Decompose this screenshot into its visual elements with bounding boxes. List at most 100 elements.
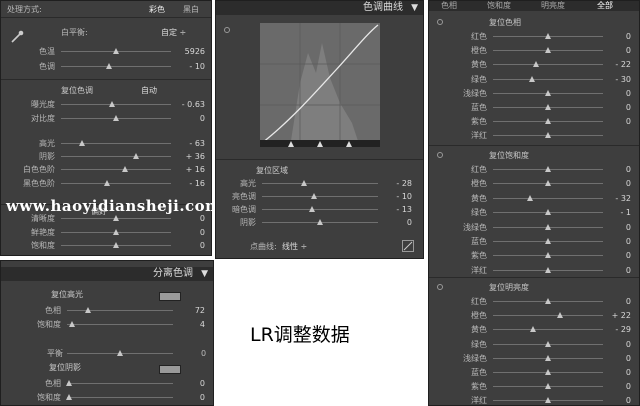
target-adjust-icon[interactable] xyxy=(437,19,443,25)
tab-all[interactable]: 全部 xyxy=(597,1,613,11)
tone-curve-header[interactable]: 色调曲线 ▼ xyxy=(216,1,423,15)
tone-curve-graph[interactable] xyxy=(260,23,380,147)
treatment-bw-option[interactable]: 黑白 xyxy=(183,4,199,15)
slider-value[interactable]: - 16 xyxy=(173,178,205,189)
slider-thumb[interactable] xyxy=(545,33,551,39)
slider-thumb[interactable] xyxy=(545,266,551,273)
slider-thumb[interactable] xyxy=(308,206,315,212)
slider-track[interactable] xyxy=(262,219,378,225)
slider-track[interactable] xyxy=(493,354,603,361)
slider-value[interactable]: - 22 xyxy=(601,59,631,70)
slider-track[interactable] xyxy=(67,321,173,327)
slider-track[interactable] xyxy=(493,312,603,319)
slider-value[interactable]: 72 xyxy=(175,305,205,316)
balance-slider-track[interactable] xyxy=(67,350,173,356)
slider-thumb[interactable] xyxy=(317,219,323,225)
slider-track[interactable] xyxy=(61,166,171,172)
slider-value[interactable]: - 32 xyxy=(601,193,631,204)
slider-track[interactable] xyxy=(61,215,171,221)
slider-value[interactable]: - 10 xyxy=(173,61,205,72)
slider-thumb[interactable] xyxy=(66,380,73,386)
slider-value[interactable]: 0 xyxy=(601,102,631,113)
slider-thumb[interactable] xyxy=(545,104,551,110)
slider-value[interactable]: 0 xyxy=(173,113,205,124)
hue-reset-label[interactable]: 复位色相 xyxy=(489,17,521,28)
slider-track[interactable] xyxy=(493,397,603,404)
slider-track[interactable] xyxy=(262,206,378,212)
slider-thumb[interactable] xyxy=(557,312,564,319)
slider-track[interactable] xyxy=(493,132,603,139)
slider-track[interactable] xyxy=(493,89,603,96)
split-tone-header[interactable]: 分离色调 ▼ xyxy=(1,267,213,281)
slider-thumb[interactable] xyxy=(545,397,551,404)
slider-track[interactable] xyxy=(493,166,603,172)
luminance-reset-label[interactable]: 复位明亮度 xyxy=(489,282,529,293)
slider-value[interactable]: 0 xyxy=(601,381,631,392)
collapse-triangle-icon[interactable]: ▼ xyxy=(201,267,208,281)
slider-value[interactable]: - 28 xyxy=(380,178,412,189)
slider-value[interactable]: - 63 xyxy=(173,138,205,149)
slider-thumb[interactable] xyxy=(545,209,551,216)
slider-track[interactable] xyxy=(262,193,378,199)
slider-track[interactable] xyxy=(493,75,603,82)
slider-thumb[interactable] xyxy=(108,101,115,107)
slider-track[interactable] xyxy=(493,47,603,54)
shadow-reset-label[interactable]: 复位阴影 xyxy=(49,362,81,373)
slider-thumb[interactable] xyxy=(545,252,551,259)
target-adjust-icon[interactable] xyxy=(437,152,443,158)
slider-value[interactable]: 5926 xyxy=(173,46,205,57)
slider-thumb[interactable] xyxy=(545,369,551,375)
slider-value[interactable]: 0 xyxy=(601,178,631,189)
slider-value[interactable]: 0 xyxy=(601,395,631,405)
target-adjust-icon[interactable] xyxy=(437,284,443,290)
slider-thumb[interactable] xyxy=(527,194,534,201)
slider-track[interactable] xyxy=(493,33,603,39)
slider-thumb[interactable] xyxy=(545,238,551,244)
slider-track[interactable] xyxy=(262,180,378,186)
slider-thumb[interactable] xyxy=(132,153,139,159)
wb-select[interactable]: 自定 ÷ xyxy=(161,27,186,38)
slider-thumb[interactable] xyxy=(69,321,76,327)
slider-value[interactable]: - 29 xyxy=(601,324,631,335)
slider-value[interactable]: + 16 xyxy=(173,164,205,175)
slider-track[interactable] xyxy=(493,118,603,125)
slider-track[interactable] xyxy=(493,61,603,68)
region-reset-label[interactable]: 复位区域 xyxy=(256,165,288,176)
slider-track[interactable] xyxy=(493,369,603,375)
slider-track[interactable] xyxy=(66,394,173,400)
slider-value[interactable]: - 0.63 xyxy=(173,99,205,110)
slider-track[interactable] xyxy=(61,229,171,235)
auto-tone-button[interactable]: 自动 xyxy=(141,85,157,96)
slider-track[interactable] xyxy=(493,266,603,273)
slider-track[interactable] xyxy=(493,223,603,230)
slider-value[interactable]: 0 xyxy=(175,392,205,403)
slider-thumb[interactable] xyxy=(545,47,551,54)
slider-thumb[interactable] xyxy=(545,180,551,187)
slider-thumb[interactable] xyxy=(113,215,119,221)
slider-thumb[interactable] xyxy=(545,340,551,347)
slider-track[interactable] xyxy=(493,104,603,110)
slider-track[interactable] xyxy=(493,326,603,333)
slider-track[interactable] xyxy=(67,307,173,313)
slider-track[interactable] xyxy=(61,180,171,186)
slider-thumb[interactable] xyxy=(545,89,551,96)
slider-track[interactable] xyxy=(493,209,603,216)
slider-track[interactable] xyxy=(61,101,171,107)
slider-thumb[interactable] xyxy=(528,75,535,82)
slider-thumb[interactable] xyxy=(545,383,551,390)
slider-value[interactable]: 0 xyxy=(601,88,631,99)
slider-track[interactable] xyxy=(61,63,171,69)
slider-value[interactable]: 0 xyxy=(175,378,205,389)
slider-value[interactable]: + 22 xyxy=(601,310,631,321)
slider-value[interactable]: 0 xyxy=(601,250,631,261)
slider-thumb[interactable] xyxy=(113,48,119,54)
slider-value[interactable]: 0 xyxy=(173,240,205,251)
slider-thumb[interactable] xyxy=(113,242,119,248)
slider-value[interactable]: 0 xyxy=(601,116,631,127)
shadow-color-swatch[interactable] xyxy=(159,365,181,374)
slider-track[interactable] xyxy=(61,115,171,121)
tab-hue[interactable]: 色相 xyxy=(441,1,457,11)
slider-thumb[interactable] xyxy=(545,132,551,139)
slider-thumb[interactable] xyxy=(113,115,119,121)
slider-track[interactable] xyxy=(61,242,171,248)
